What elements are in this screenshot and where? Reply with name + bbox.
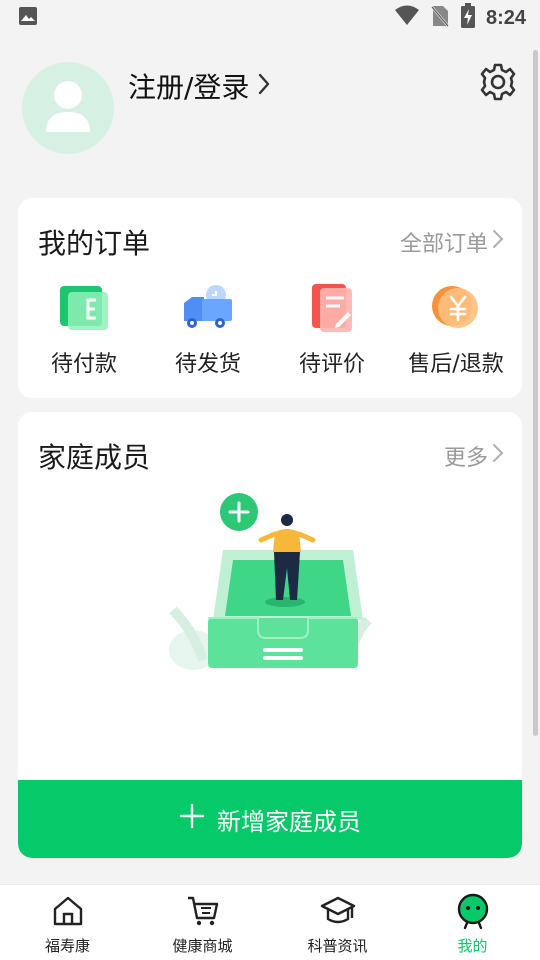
settings-button[interactable] — [478, 62, 518, 102]
status-bar: 8:24 — [0, 0, 540, 36]
scrollbar[interactable] — [533, 50, 538, 736]
battery-charging-icon — [460, 3, 476, 33]
review-icon — [304, 280, 360, 336]
tab-mine-label: 我的 — [457, 937, 488, 955]
bottom-tab-bar: 福寿康 健康商城 科普资讯 我的 — [0, 884, 540, 960]
family-members-title: 家庭成员 — [38, 441, 151, 474]
chevron-right-icon — [492, 443, 504, 469]
family-members-card: 家庭成员 更多 新增家庭成员 — [18, 412, 522, 858]
avatar[interactable] — [22, 62, 114, 154]
wallet-icon — [56, 280, 112, 336]
wifi-icon — [394, 5, 420, 31]
tab-science-news-label: 科普资讯 — [307, 937, 368, 955]
tab-science-news[interactable]: 科普资讯 — [270, 885, 405, 960]
chevron-right-icon — [492, 229, 504, 255]
family-more-link[interactable]: 更多 — [444, 440, 504, 472]
order-pending-payment[interactable]: 待付款 — [24, 280, 144, 378]
order-pending-payment-label: 待付款 — [50, 352, 117, 377]
all-orders-link[interactable]: 全部订单 — [400, 226, 504, 258]
empty-family-illustration — [163, 490, 383, 680]
order-after-sales-refund[interactable]: 售后/退款 — [396, 280, 516, 378]
my-orders-card: 我的订单 全部订单 待付款 待发货 待评价 售后/退款 — [18, 198, 522, 398]
profile-header: 注册/登录 — [22, 62, 518, 158]
profile-face-icon — [455, 893, 491, 929]
family-more-label: 更多 — [443, 446, 488, 471]
login-register-label: 注册/登录 — [128, 71, 250, 104]
my-orders-title: 我的订单 — [38, 227, 151, 260]
status-time: 8:24 — [485, 6, 526, 29]
add-family-member-label: 新增家庭成员 — [217, 807, 361, 836]
gallery-icon — [18, 6, 38, 30]
add-family-member-button[interactable]: 新增家庭成员 — [18, 780, 522, 858]
order-pending-review-label: 待评价 — [298, 352, 365, 377]
truck-icon — [180, 280, 236, 336]
tab-health-mall-label: 健康商城 — [172, 937, 233, 955]
order-pending-shipment-label: 待发货 — [174, 352, 241, 377]
no-sim-icon — [430, 4, 450, 32]
order-after-sales-refund-label: 售后/退款 — [408, 352, 504, 377]
all-orders-label: 全部订单 — [399, 232, 488, 257]
user-silhouette-icon — [44, 80, 92, 136]
plus-icon — [179, 803, 205, 835]
cart-icon — [185, 893, 221, 929]
tab-health-mall[interactable]: 健康商城 — [135, 885, 270, 960]
chevron-right-icon — [257, 70, 271, 103]
order-pending-shipment[interactable]: 待发货 — [148, 280, 268, 378]
login-register-link[interactable]: 注册/登录 — [128, 66, 271, 106]
refund-icon — [428, 280, 484, 336]
tab-home[interactable]: 福寿康 — [0, 885, 135, 960]
graduation-cap-icon — [320, 893, 356, 929]
tab-mine[interactable]: 我的 — [405, 885, 540, 960]
order-pending-review[interactable]: 待评价 — [272, 280, 392, 378]
home-icon — [50, 893, 86, 929]
gear-icon — [478, 63, 518, 106]
tab-home-label: 福寿康 — [44, 937, 90, 955]
